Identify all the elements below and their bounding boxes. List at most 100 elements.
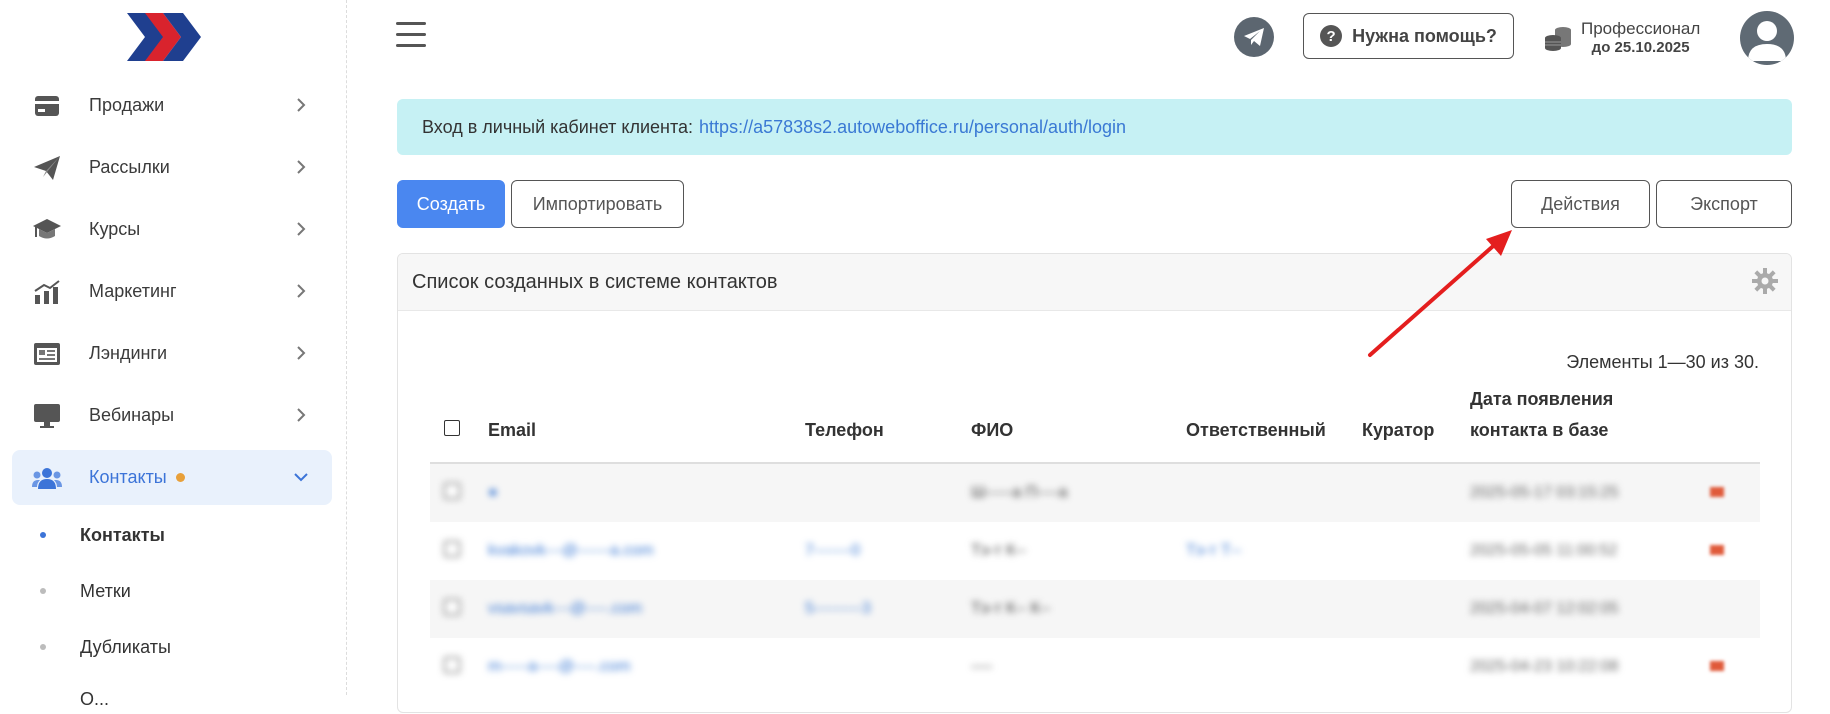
column-header-phone[interactable]: Телефон	[805, 384, 971, 464]
actions-button[interactable]: Действия	[1511, 180, 1650, 228]
sidebar-item-sales[interactable]: Продажи	[12, 78, 332, 133]
monitor-icon	[32, 401, 62, 431]
sidebar-item-contacts[interactable]: Контакты	[12, 450, 332, 505]
hamburger-icon	[396, 33, 426, 36]
sidebar-item-mailings[interactable]: Рассылки	[12, 140, 332, 195]
column-header-responsible[interactable]: Ответственный	[1186, 384, 1362, 464]
credit-card-icon	[32, 91, 62, 121]
menu-toggle-button[interactable]	[396, 22, 426, 50]
contacts-panel: Список созданных в системе контактов Эле…	[397, 253, 1792, 713]
hamburger-icon	[396, 44, 426, 47]
bullet-dot	[40, 588, 46, 594]
contact-email[interactable]: m-----a----@----.com	[488, 658, 630, 676]
table-row[interactable]: kvakovk---@------a.com 7-------0 Тэ-т К-…	[430, 522, 1760, 580]
create-button[interactable]: Создать	[397, 180, 505, 228]
user-icon	[1748, 21, 1786, 61]
brand-logo[interactable]	[127, 13, 207, 61]
chevron-right-icon	[297, 346, 306, 360]
contact-email[interactable]: kvakovk---@------a.com	[488, 542, 654, 560]
row-checkbox[interactable]	[444, 598, 460, 615]
sidebar-item-label: Рассылки	[89, 157, 170, 177]
notification-dot	[175, 473, 185, 482]
subnav-item-label: О...	[80, 688, 110, 709]
flag-icon	[1710, 661, 1724, 671]
bullet-dot	[40, 532, 46, 538]
bullet-dot	[40, 696, 46, 702]
telegram-icon	[1244, 28, 1264, 46]
paper-plane-icon	[32, 153, 62, 183]
contact-phone: 5---------3	[805, 600, 871, 617]
coins-icon	[1545, 27, 1571, 51]
sidebar-item-courses[interactable]: Курсы	[12, 202, 332, 257]
table-row[interactable]: vsavsavk---@----.com 5---------3 Тэ-т К-…	[430, 580, 1760, 638]
flag-icon	[1710, 487, 1724, 497]
sidebar-item-label: Контакты	[89, 467, 167, 487]
column-header-date-line2: контакта в базе	[1470, 420, 1609, 440]
bar-chart-icon	[32, 277, 62, 307]
column-header-date-line1: Дата появления	[1470, 389, 1614, 409]
sidebar-item-label: Лэндинги	[89, 343, 168, 363]
chevron-right-icon	[297, 98, 306, 112]
sidebar-item-marketing[interactable]: Маркетинг	[12, 264, 332, 319]
subnav-item-duplicates[interactable]: Дубликаты	[40, 632, 171, 662]
chevron-right-icon	[297, 408, 306, 422]
contact-fio: Тэ-т К--	[971, 542, 1027, 559]
row-checkbox[interactable]	[444, 540, 460, 557]
subnav-item-label: Контакты	[80, 524, 165, 545]
user-avatar[interactable]	[1740, 11, 1794, 65]
export-button[interactable]: Экспорт	[1656, 180, 1792, 228]
chevron-right-icon	[297, 160, 306, 174]
help-button[interactable]: ? Нужна помощь?	[1303, 13, 1514, 59]
gear-icon[interactable]	[1751, 267, 1779, 295]
users-icon	[32, 463, 62, 493]
items-counter: Элементы 1—30 из 30.	[1566, 352, 1759, 372]
subnav-item-contacts[interactable]: Контакты	[40, 520, 165, 550]
row-checkbox[interactable]	[444, 482, 460, 499]
sidebar-item-label: Курсы	[89, 219, 141, 239]
sidebar-item-label: Вебинары	[89, 405, 175, 425]
contacts-table: Email Телефон ФИО Ответственный Куратор …	[430, 384, 1760, 696]
contact-responsible[interactable]: Тэ-т Т--	[1186, 542, 1241, 560]
column-header-fio[interactable]: ФИО	[971, 384, 1186, 464]
sidebar-item-webinars[interactable]: Вебинары	[12, 388, 332, 443]
contact-fio: Ш-----a П----a	[971, 484, 1068, 501]
telegram-button[interactable]	[1234, 17, 1274, 57]
contact-date: 2025-04-23 10:22:08	[1470, 658, 1619, 675]
import-button[interactable]: Импортировать	[511, 180, 684, 228]
sidebar-item-label: Продажи	[89, 95, 165, 115]
client-login-alert: Вход в личный кабинет клиента: https://a…	[397, 99, 1792, 155]
landing-page-icon	[32, 339, 62, 369]
alert-text: Вход в личный кабинет клиента:	[422, 116, 694, 137]
client-login-link[interactable]: https://a57838s2.autoweboffice.ru/person…	[699, 117, 1126, 138]
chevron-right-icon	[297, 222, 306, 236]
column-header-curator[interactable]: Куратор	[1362, 384, 1470, 464]
sidebar-item-landings[interactable]: Лэндинги	[12, 326, 332, 381]
graduation-cap-icon	[32, 215, 62, 245]
table-row[interactable]: m-----a----@----.com ---- 2025-04-23 10:…	[430, 638, 1760, 696]
panel-header: Список созданных в системе контактов	[398, 254, 1791, 311]
contact-phone: 7-------0	[805, 542, 861, 559]
row-checkbox[interactable]	[444, 656, 460, 673]
plan-info[interactable]: Профессионал до 25.10.2025	[1543, 17, 1700, 59]
contact-fio: Тэ-т К-- К--	[971, 600, 1051, 617]
contact-fio: ----	[971, 658, 993, 675]
chevron-right-icon	[297, 284, 306, 298]
subnav-item-tags[interactable]: Метки	[40, 576, 131, 606]
select-all-cell	[430, 384, 488, 464]
column-header-date[interactable]: Дата появления контакта в базе	[1470, 384, 1710, 464]
flag-icon	[1710, 545, 1724, 555]
subnav-item-other[interactable]: О...	[40, 684, 109, 714]
contact-date: 2025-05-05 11:00:52	[1470, 542, 1618, 559]
sidebar: Продажи Рассылки Курсы Маркетинг Лэндинг…	[0, 0, 347, 709]
help-button-label: Нужна помощь?	[1352, 25, 1497, 46]
contact-date: 2025-05-17 03:15:25	[1470, 484, 1619, 501]
subnav-item-label: Дубликаты	[80, 636, 171, 657]
table-row[interactable]: ● Ш-----a П----a 2025-05-17 03:15:25	[430, 463, 1760, 522]
plan-expiry-date: до 25.10.2025	[1591, 39, 1690, 56]
hamburger-icon	[396, 22, 426, 25]
contact-email[interactable]: ●	[488, 484, 498, 502]
select-all-checkbox[interactable]	[444, 420, 460, 436]
contact-email[interactable]: vsavsavk---@----.com	[488, 600, 642, 618]
column-header-email[interactable]: Email	[488, 384, 805, 464]
sidebar-item-label: Маркетинг	[89, 281, 177, 301]
